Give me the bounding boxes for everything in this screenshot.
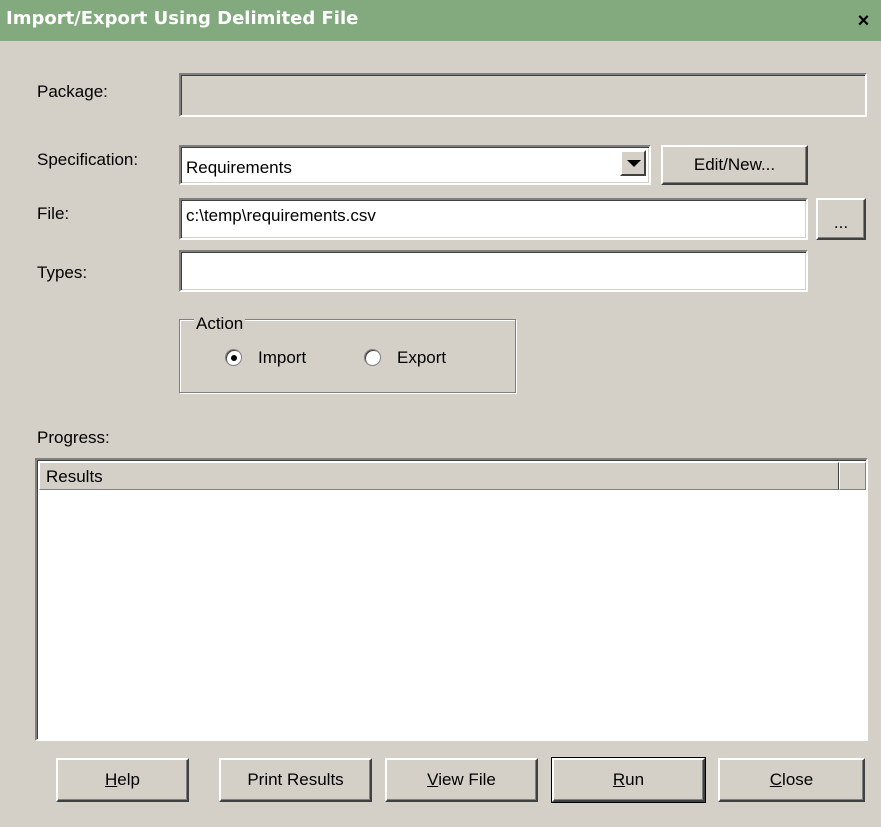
close-mnemonic: C xyxy=(769,770,783,789)
import-radio[interactable] xyxy=(225,349,242,366)
run-button[interactable]: Run xyxy=(551,757,706,803)
file-value: c:\temp\requirements.csv xyxy=(186,206,376,225)
browse-label: ... xyxy=(833,213,849,232)
title-bar: Import/Export Using Delimited File × xyxy=(0,0,881,41)
window-title: Import/Export Using Delimited File xyxy=(6,8,359,29)
package-label: Package: xyxy=(37,82,108,101)
results-list[interactable]: Results xyxy=(35,458,868,741)
run-label-rest: un xyxy=(625,770,645,789)
close-icon[interactable]: × xyxy=(850,9,877,33)
edit-new-button[interactable]: Edit/New... xyxy=(661,145,808,185)
package-field xyxy=(179,73,867,117)
edit-new-label: Edit/New... xyxy=(693,155,776,174)
specification-label: Specification: xyxy=(37,150,139,169)
file-field[interactable]: c:\temp\requirements.csv xyxy=(179,198,808,240)
results-column-label: Results xyxy=(46,467,103,486)
file-label: File: xyxy=(37,204,70,223)
close-label-rest: lose xyxy=(782,770,814,789)
action-legend: Action xyxy=(194,314,246,334)
dropdown-button[interactable] xyxy=(620,150,646,176)
help-label-rest: elp xyxy=(117,770,140,789)
help-button[interactable]: Help xyxy=(56,758,189,802)
print-results-button[interactable]: Print Results xyxy=(219,758,372,802)
print-results-label: Print Results xyxy=(247,770,344,789)
specification-select[interactable]: Requirements xyxy=(179,145,651,185)
help-mnemonic: H xyxy=(105,770,118,789)
view-file-label-rest: iew File xyxy=(438,770,496,789)
view-file-button[interactable]: View File xyxy=(385,758,538,802)
browse-button[interactable]: ... xyxy=(816,198,866,240)
types-field[interactable] xyxy=(179,250,808,292)
progress-label: Progress: xyxy=(37,428,110,447)
run-mnemonic: R xyxy=(612,770,626,789)
column-header-filler xyxy=(839,462,866,490)
import-label[interactable]: Import xyxy=(258,348,306,368)
radio-selected-dot xyxy=(231,355,237,361)
export-label[interactable]: Export xyxy=(397,348,446,368)
results-column-header[interactable]: Results xyxy=(39,462,839,490)
export-radio[interactable] xyxy=(364,349,381,366)
types-label: Types: xyxy=(37,263,88,282)
close-button[interactable]: Close xyxy=(718,758,865,802)
chevron-down-icon xyxy=(627,160,641,167)
view-file-mnemonic: V xyxy=(427,770,439,789)
specification-value: Requirements xyxy=(186,158,292,177)
